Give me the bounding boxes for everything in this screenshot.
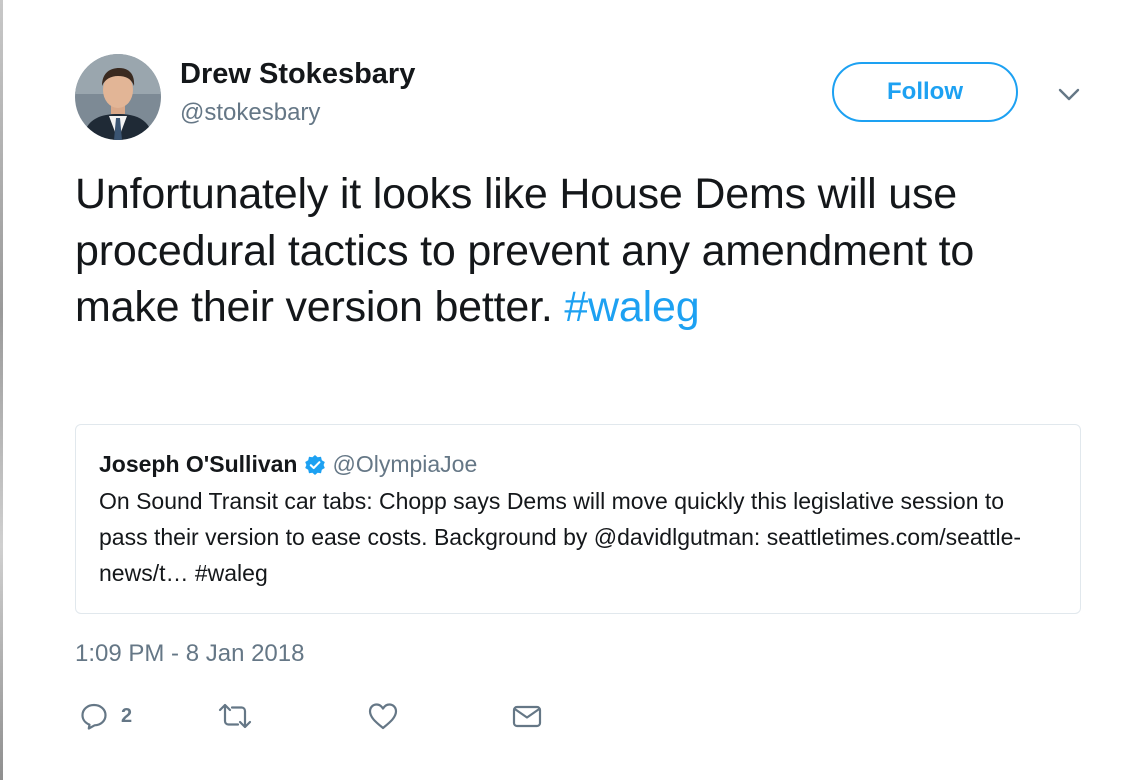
quoted-author-handle: @OlympiaJoe [332, 451, 478, 477]
reply-icon [81, 703, 107, 730]
quoted-author-name: Joseph O'Sullivan [99, 451, 298, 477]
avatar-image [75, 54, 161, 140]
quoted-tweet-text: On Sound Transit car tabs: Chopp says De… [99, 488, 1022, 586]
follow-button[interactable]: Follow [832, 62, 1018, 122]
author-handle[interactable]: @stokesbary [180, 99, 320, 127]
like-icon [368, 703, 398, 730]
direct-message-button[interactable] [511, 696, 543, 736]
tweet-timestamp[interactable]: 1:09 PM - 8 Jan 2018 [75, 640, 304, 668]
tweet-body-text: Unfortunately it looks like House Dems w… [75, 170, 975, 331]
like-button[interactable] [367, 696, 399, 736]
verified-badge-icon [304, 454, 326, 476]
reply-count: 2 [121, 704, 133, 727]
quoted-tweet-card[interactable]: Joseph O'Sullivan @OlympiaJoe On Sound T… [75, 424, 1081, 614]
author-name[interactable]: Drew Stokesbary [180, 58, 415, 91]
tweet-text: Unfortunately it looks like House Dems w… [75, 166, 1075, 336]
tweet-hashtag-link[interactable]: #waleg [564, 283, 699, 331]
more-options-button[interactable] [1056, 84, 1082, 104]
retweet-icon [218, 703, 252, 729]
quoted-tweet-header: Joseph O'Sullivan @OlympiaJoe [99, 451, 477, 478]
envelope-icon [512, 705, 542, 728]
chevron-down-icon [1058, 88, 1080, 101]
avatar[interactable] [75, 54, 161, 140]
reply-button[interactable]: 2 [79, 696, 132, 736]
window-edge [0, 0, 3, 780]
retweet-button[interactable] [217, 696, 253, 736]
